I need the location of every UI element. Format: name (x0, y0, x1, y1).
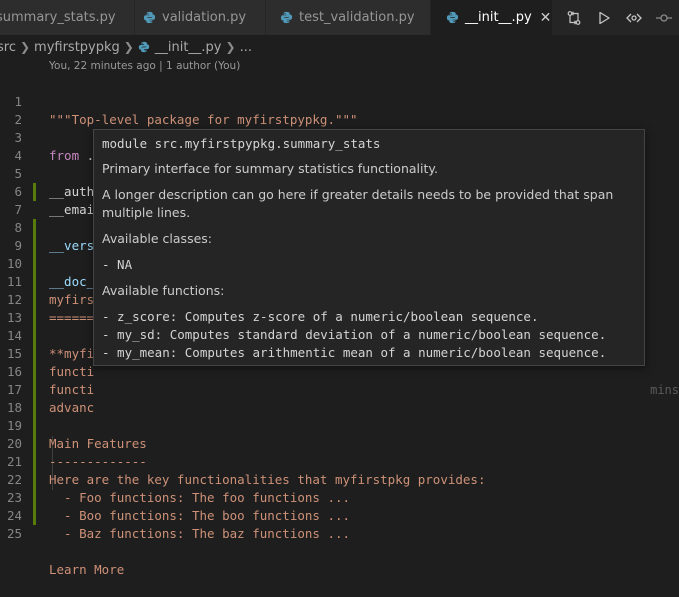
chevron-right-icon: ❯ (225, 40, 236, 54)
git-commit-icon[interactable] (652, 8, 676, 28)
hover-function-item: - my_sd: Computes standard deviation of … (102, 327, 607, 342)
python-file-icon (138, 41, 150, 53)
tab-label: summary_stats.py (0, 10, 116, 25)
close-icon[interactable]: ✕ (540, 10, 552, 26)
modified-gutter-marker[interactable] (33, 291, 36, 309)
tab-label: test_validation.py (299, 10, 415, 25)
tab-validation[interactable]: validation.py (135, 0, 266, 35)
hover-classes-heading: Available classes: (102, 231, 212, 246)
code-line[interactable]: 23 - Baz functions: The baz functions ..… (0, 471, 679, 541)
modified-gutter-marker[interactable] (33, 381, 36, 399)
modified-gutter-marker[interactable] (33, 345, 36, 363)
breadcrumb: src ❯ myfirstpypkg ❯ __init__.py ❯ ... (0, 36, 676, 58)
tab-label: validation.py (162, 10, 247, 25)
modified-gutter-marker[interactable] (33, 327, 36, 345)
modified-gutter-marker[interactable] (33, 453, 36, 471)
editor-tab-bar: summary_stats.py validation.py test_vali… (0, 0, 679, 36)
hover-description: A longer description can go here if grea… (102, 187, 614, 220)
modified-gutter-marker[interactable] (33, 219, 36, 237)
editor-actions (556, 0, 679, 35)
modified-gutter-marker[interactable] (33, 417, 36, 435)
tab-test-validation[interactable]: test_validation.py (266, 0, 431, 35)
hover-classes-item: - NA (102, 257, 133, 272)
breadcrumb-file[interactable]: __init__.py (155, 40, 222, 55)
python-file-icon (143, 11, 156, 24)
hover-signature: module src.myfirstpypkg.summary_stats (102, 136, 381, 151)
breadcrumb-symbols[interactable]: ... (240, 40, 252, 55)
tab-init[interactable]: __init__.py ✕ (431, 0, 553, 35)
python-file-icon (446, 11, 459, 24)
code-line[interactable]: 20 Here are the key functionalities that… (0, 417, 679, 487)
breadcrumb-folder[interactable]: myfirstpypkg (34, 40, 120, 55)
chevron-right-icon: ❯ (123, 40, 134, 54)
run-icon[interactable] (592, 8, 616, 28)
git-blame-codelens[interactable]: You, 22 minutes ago | 1 author (You) (49, 58, 240, 74)
code-line[interactable]: 18 Main Features (0, 381, 679, 451)
code-line[interactable]: 1 """Top-level package for myfirstpypkg.… (0, 75, 679, 127)
code-line[interactable]: 3 from .summary_stats import z_score (0, 111, 679, 163)
code-line[interactable]: 22 - Boo functions: The boo functions ..… (0, 453, 679, 523)
code-line[interactable]: 21 - Foo functions: The foo functions ..… (0, 435, 679, 505)
hover-function-item: - z_score: Computes z-score of a numeric… (102, 309, 539, 324)
modified-gutter-marker[interactable] (33, 399, 36, 417)
go-back-icon[interactable] (622, 8, 646, 28)
modified-gutter-marker[interactable] (33, 507, 36, 525)
code-line[interactable]: 24 (0, 489, 679, 523)
tab-summary-stats[interactable]: summary_stats.py (0, 0, 135, 35)
hover-tooltip[interactable]: module src.myfirstpypkg.summary_stats Pr… (93, 129, 645, 366)
modified-gutter-marker[interactable] (33, 273, 36, 291)
modified-gutter-marker[interactable] (33, 309, 36, 327)
modified-gutter-marker[interactable] (33, 435, 36, 453)
python-file-icon (280, 11, 293, 24)
code-line[interactable]: 19 ------------- (0, 399, 679, 469)
modified-gutter-marker[interactable] (33, 489, 36, 507)
code-line[interactable]: 25 Learn More (0, 507, 679, 577)
modified-gutter-marker[interactable] (33, 255, 36, 273)
line-number: 25 (6, 526, 22, 541)
hover-functions-heading: Available functions: (102, 283, 225, 298)
code-line[interactable]: 2 (0, 93, 679, 127)
compare-changes-icon[interactable] (562, 8, 586, 28)
chevron-right-icon: ❯ (19, 40, 31, 54)
tab-label: __init__.py (465, 10, 532, 25)
line-text: - Baz functions: The baz functions ... (49, 526, 351, 541)
hover-summary: Primary interface for summary statistics… (102, 161, 438, 176)
modified-gutter-marker[interactable] (33, 471, 36, 489)
line-text: Learn More (49, 562, 125, 577)
modified-gutter-marker[interactable] (33, 237, 36, 255)
modified-gutter-marker[interactable] (33, 363, 36, 381)
modified-gutter-marker[interactable] (33, 183, 36, 201)
breadcrumb-src[interactable]: src (0, 40, 16, 55)
hover-function-item: - my_mean: Computes arithmentic mean of … (102, 345, 607, 360)
